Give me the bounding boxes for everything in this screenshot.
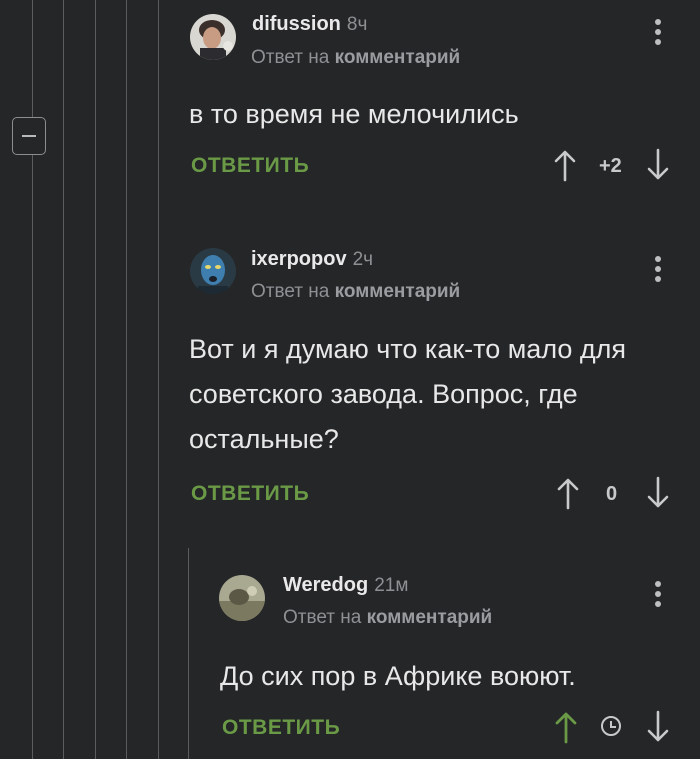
- comment-time: 2ч: [352, 249, 374, 270]
- author-name[interactable]: ixerpopov: [251, 248, 347, 270]
- author-name[interactable]: Weredog: [283, 574, 368, 596]
- comment-text: в то время не мелочились: [189, 99, 519, 129]
- thread-line: [63, 0, 64, 759]
- thread-line: [188, 548, 189, 759]
- avatar[interactable]: [190, 248, 236, 294]
- thread-line: [95, 0, 96, 759]
- arrow-down-icon[interactable]: [646, 148, 670, 182]
- arrow-up-icon[interactable]: [553, 148, 577, 182]
- reply-to: Ответ на комментарий: [283, 607, 492, 629]
- arrow-up-icon[interactable]: [556, 476, 580, 510]
- comment-time: 8ч: [346, 14, 368, 35]
- collapse-icon: [22, 135, 36, 137]
- reply-button[interactable]: ОТВЕТИТЬ: [222, 716, 340, 740]
- reply-button[interactable]: ОТВЕТИТЬ: [191, 154, 309, 178]
- avatar[interactable]: [219, 575, 265, 621]
- comment-rating: 0: [606, 483, 618, 505]
- clock-icon: [601, 716, 621, 736]
- reply-button[interactable]: ОТВЕТИТЬ: [191, 482, 309, 506]
- comment-author[interactable]: difussion 8ч: [252, 13, 367, 36]
- arrow-down-icon[interactable]: [646, 710, 670, 744]
- thread-line: [126, 0, 127, 759]
- collapse-thread-button[interactable]: [12, 117, 46, 155]
- more-vertical-icon: [654, 256, 662, 282]
- reply-to: Ответ на комментарий: [251, 47, 460, 69]
- comment-author[interactable]: ixerpopov 2ч: [251, 248, 373, 271]
- thread-line: [158, 0, 159, 759]
- reply-to: Ответ на комментарий: [251, 281, 460, 303]
- reply-to-prefix: Ответ на: [251, 281, 330, 302]
- reply-to-prefix: Ответ на: [251, 47, 330, 68]
- parent-comment-link[interactable]: комментарий: [367, 607, 493, 628]
- comment-menu-button[interactable]: [654, 581, 662, 611]
- comment-text: До сих пор в Африке воюют.: [220, 661, 576, 691]
- comment-rating: +2: [599, 155, 622, 177]
- comment-author[interactable]: Weredog 21м: [283, 574, 408, 597]
- parent-comment-link[interactable]: комментарий: [335, 281, 461, 302]
- comment-menu-button[interactable]: [654, 19, 662, 49]
- more-vertical-icon: [654, 19, 662, 45]
- comment-time: 21м: [374, 575, 409, 596]
- thread-line: [32, 0, 33, 759]
- more-vertical-icon: [654, 581, 662, 607]
- comment-menu-button[interactable]: [654, 256, 662, 286]
- reply-to-prefix: Ответ на: [283, 607, 362, 628]
- comment-text: Вот и я думаю что как-то мало для советс…: [189, 334, 627, 454]
- author-name[interactable]: difussion: [252, 13, 341, 35]
- arrow-up-icon[interactable]: [554, 710, 578, 744]
- parent-comment-link[interactable]: комментарий: [335, 47, 461, 68]
- avatar[interactable]: [190, 14, 236, 60]
- arrow-down-icon[interactable]: [646, 476, 670, 510]
